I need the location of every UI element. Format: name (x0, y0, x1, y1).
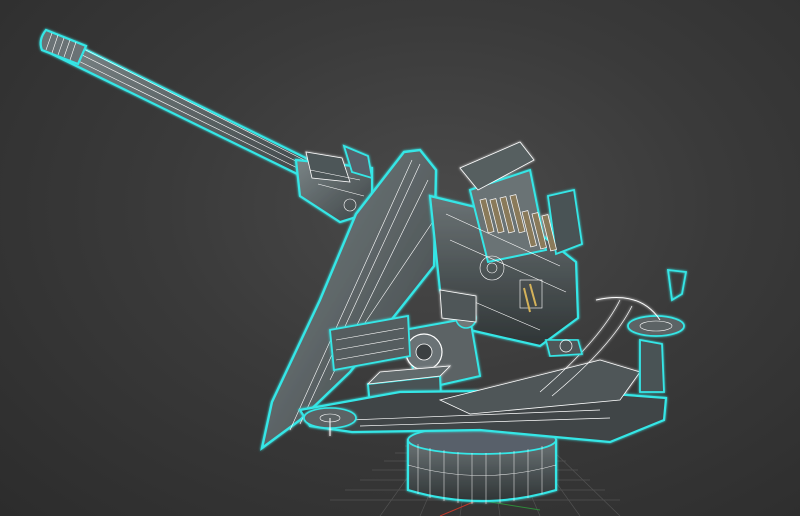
gun-barrel (39, 28, 332, 188)
viewport-canvas[interactable] (0, 0, 800, 516)
3d-viewport[interactable] (0, 0, 800, 516)
gun-sight (544, 339, 584, 357)
pedestal-base (406, 425, 558, 504)
